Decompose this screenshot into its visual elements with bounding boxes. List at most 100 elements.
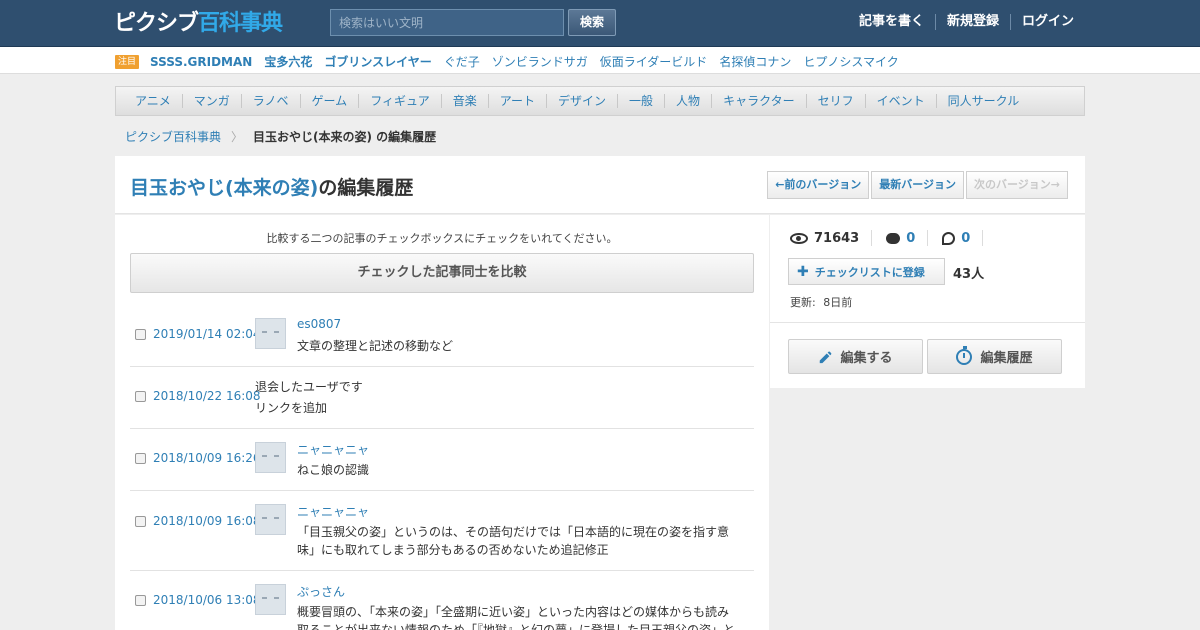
revision-date[interactable]: 2018/10/09 16:26 [153, 451, 261, 465]
history-panel: 比較する二つの記事のチェックボックスにチェックをいれてください。 チェックした記… [115, 215, 769, 630]
pins-stat[interactable]: 0 [942, 230, 984, 246]
title-card: 目玉おやじ(本来の姿)の編集履歴 ←前のバージョン 最新バージョン 次のバージョ… [115, 156, 1085, 214]
breadcrumb-home-link[interactable]: ピクシブ百科事典 [125, 128, 221, 145]
revision-row: 2018/10/06 13:08 ぷっさん 概要冒頭の、「本来の姿」「全盛期に近… [130, 571, 754, 630]
category-link[interactable]: セリフ [805, 94, 865, 108]
views-stat: 71643 [790, 230, 873, 246]
stopwatch-icon [956, 345, 973, 365]
search-input[interactable] [330, 9, 564, 36]
edit-history-button[interactable]: 編集履歴 [927, 339, 1062, 374]
revision-date[interactable]: 2019/01/14 02:04 [153, 327, 261, 341]
category-link[interactable]: キャラクター [711, 94, 806, 108]
speech-bubble-icon [942, 231, 956, 245]
trending-bar: 注目 SSSS.GRIDMAN 宝多六花 ゴブリンスレイヤー ぐだ子 ゾンビラン… [0, 47, 1200, 74]
compare-instruction: 比較する二つの記事のチェックボックスにチェックをいれてください。 [266, 232, 618, 245]
user-avatar[interactable] [255, 442, 286, 473]
category-link[interactable]: 一般 [617, 94, 664, 108]
compare-button[interactable]: チェックした記事同士を比較 [130, 253, 754, 293]
trending-badge: 注目 [115, 54, 140, 69]
breadcrumb-separator: 〉 [231, 130, 244, 144]
plus-icon: ✚ [797, 263, 809, 280]
revision-user[interactable]: ニャニャニャ [297, 441, 369, 458]
category-link[interactable]: イベント [864, 94, 936, 108]
revision-row: 2018/10/22 16:08 退会したユーザです リンクを追加 [130, 367, 754, 429]
category-link[interactable]: 音楽 [440, 94, 488, 108]
user-avatar[interactable] [255, 318, 286, 349]
version-nav: ←前のバージョン 最新バージョン 次のバージョン→ [765, 171, 1068, 199]
trending-item[interactable]: ゾンビランドサガ [492, 53, 588, 70]
revision-checkbox[interactable] [135, 516, 146, 527]
write-article-link[interactable]: 記事を書く [848, 14, 935, 30]
views-count: 71643 [814, 230, 860, 246]
header-links: 記事を書く 新規登録 ログイン [848, 14, 1085, 30]
breadcrumb-current: 目玉おやじ(本来の姿) の編集履歴 [253, 130, 437, 144]
category-link[interactable]: マンガ [181, 94, 241, 108]
revision-note: 概要冒頭の、「本来の姿」「全盛期に近い姿」といった内容はどの媒体からも読み取るこ… [297, 605, 736, 630]
revision-date[interactable]: 2018/10/06 13:08 [153, 593, 261, 607]
sidebar-divider [770, 322, 1085, 323]
edit-button[interactable]: 編集する [788, 339, 923, 374]
edit-button-label: 編集する [840, 351, 893, 366]
user-avatar[interactable] [255, 584, 286, 615]
revision-checkbox[interactable] [135, 595, 146, 606]
article-sidebar: 71643 0 0 ✚ チェックリストに登録 43人 更新: 8日前 編集する … [770, 215, 1085, 388]
revision-row: 2019/01/14 02:04 es0807 文章の整理と記述の移動など [130, 307, 754, 367]
revision-date[interactable]: 2018/10/09 16:08 [153, 514, 261, 528]
search-button[interactable]: 検索 [568, 9, 616, 36]
latest-version-button[interactable]: 最新バージョン [871, 171, 964, 199]
category-link[interactable]: 同人サークル [935, 94, 1031, 108]
revision-checkbox[interactable] [135, 391, 146, 402]
revision-user[interactable]: ニャニャニャ [297, 503, 369, 520]
category-link[interactable]: ラノベ [240, 94, 300, 108]
revision-row: 2018/10/09 16:08 ニャニャニャ 「目玉親父の姿」というのは、その… [130, 491, 754, 571]
comments-stat[interactable]: 0 [886, 230, 929, 246]
comments-count[interactable]: 0 [906, 231, 915, 246]
category-link[interactable]: アート [487, 94, 546, 108]
logo-hyakka-text: 百科事典 [198, 11, 283, 36]
revision-row: 2018/10/09 16:26 ニャニャニャ ねこ娘の認識 [130, 429, 754, 491]
edit-history-button-label: 編集履歴 [980, 351, 1033, 366]
breadcrumb: ピクシブ百科事典 〉 目玉おやじ(本来の姿) の編集履歴 [125, 128, 436, 145]
article-title-link[interactable]: 目玉おやじ(本来の姿) [130, 177, 318, 199]
revision-note: 「目玉親父の姿」というのは、その語句だけでは「日本語的に現在の姿を指す意味」にも… [297, 525, 730, 557]
category-link[interactable]: フィギュア [358, 94, 441, 108]
pins-count[interactable]: 0 [961, 231, 970, 246]
eye-icon [790, 232, 808, 244]
trending-item[interactable]: 宝多六花 [264, 53, 312, 70]
trending-item[interactable]: ヒプノシスマイク [803, 53, 898, 70]
site-header: ピクシブ 百科事典 検索 記事を書く 新規登録 ログイン [0, 0, 1200, 47]
add-to-checklist-button[interactable]: ✚ チェックリストに登録 [788, 258, 945, 285]
revision-checkbox[interactable] [135, 453, 146, 464]
revision-date[interactable]: 2018/10/22 16:08 [153, 389, 261, 403]
category-link[interactable]: 人物 [664, 94, 711, 108]
checklist-button-label: チェックリストに登録 [814, 265, 925, 279]
trending-item[interactable]: ゴブリンスレイヤー [324, 53, 431, 70]
trending-item[interactable]: 名探偵コナン [719, 53, 791, 70]
revision-user[interactable]: es0807 [297, 317, 341, 331]
category-link[interactable]: ゲーム [299, 94, 359, 108]
next-version-button: 次のバージョン→ [966, 171, 1068, 199]
page-title-suffix: の編集履歴 [318, 177, 414, 199]
site-logo[interactable]: ピクシブ 百科事典 [114, 9, 283, 39]
checklist-count: 43人 [953, 267, 985, 282]
article-stats: 71643 0 0 [790, 230, 997, 246]
revision-checkbox[interactable] [135, 329, 146, 340]
trending-item[interactable]: ぐだ子 [444, 53, 480, 70]
category-link[interactable]: デザイン [546, 94, 617, 108]
trending-item[interactable]: SSSS.GRIDMAN [150, 55, 252, 69]
updated-label: 更新: [790, 296, 816, 309]
user-avatar[interactable] [255, 504, 286, 535]
trending-item[interactable]: 仮面ライダービルド [600, 53, 708, 70]
revision-note: 文章の整理と記述の移動など [297, 339, 454, 353]
login-link[interactable]: ログイン [1009, 14, 1085, 30]
revision-user[interactable]: ぷっさん [297, 583, 345, 600]
prev-version-button[interactable]: ←前のバージョン [767, 171, 870, 199]
signup-link[interactable]: 新規登録 [934, 14, 1010, 30]
page-title: 目玉おやじ(本来の姿)の編集履歴 [130, 173, 413, 200]
comment-icon [886, 232, 901, 244]
pencil-icon [820, 351, 832, 363]
revision-note: リンクを追加 [255, 401, 328, 415]
revision-user: 退会したユーザです [255, 380, 363, 394]
updated-info: 更新: 8日前 [790, 294, 852, 310]
category-link[interactable]: アニメ [124, 94, 182, 108]
